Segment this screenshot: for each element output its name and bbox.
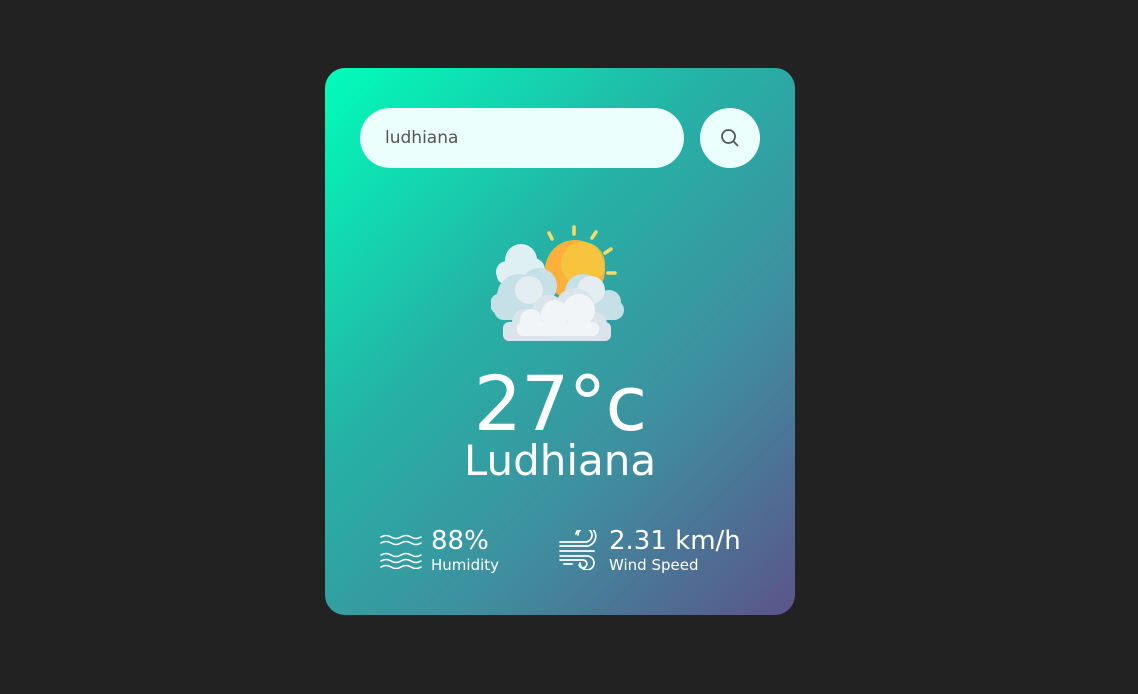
wind-speed-value: 2.31 km/h bbox=[609, 526, 741, 556]
search-input[interactable] bbox=[360, 108, 684, 168]
weather-card: 27°c Ludhiana 88% Humidity bbox=[325, 68, 795, 615]
humidity-label: Humidity bbox=[431, 556, 500, 574]
wind-detail: 2.31 km/h Wind Speed bbox=[557, 526, 741, 574]
wind-speed-label: Wind Speed bbox=[609, 556, 699, 574]
temperature: 27°c bbox=[473, 359, 648, 448]
humidity-waves-icon bbox=[379, 528, 423, 572]
search-button[interactable] bbox=[700, 108, 760, 168]
search-icon bbox=[720, 128, 740, 148]
humidity-detail: 88% Humidity bbox=[379, 526, 499, 574]
city-name: Ludhiana bbox=[463, 436, 657, 485]
humidity-value: 88% bbox=[431, 526, 489, 556]
wind-icon bbox=[557, 528, 601, 572]
partly-cloudy-sun-icon bbox=[490, 224, 629, 344]
